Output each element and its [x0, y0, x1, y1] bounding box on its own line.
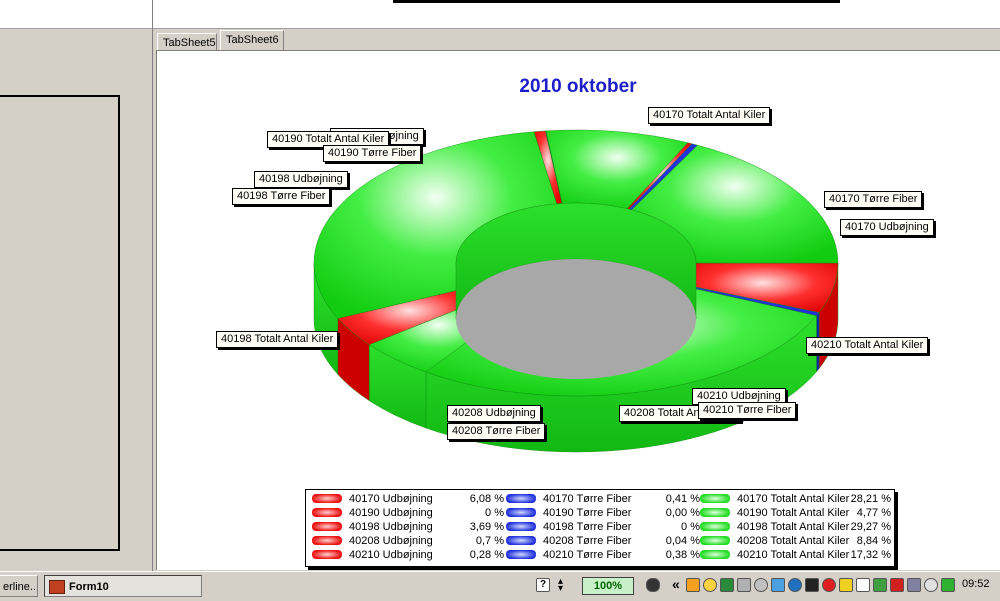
legend-label: 40190 Tørre Fiber [543, 507, 632, 519]
legend-swatch [700, 508, 730, 517]
tray-app-icon[interactable] [788, 578, 802, 592]
legend-value: 6,08 % [469, 493, 504, 505]
zoom-indicator[interactable]: 100% [582, 577, 634, 595]
legend-row: 40170 Udbøjning 6,08 % 40170 Tørre Fiber 0,… [306, 492, 894, 506]
search-icon[interactable] [924, 578, 938, 592]
tray-app-icon[interactable] [873, 578, 887, 592]
legend-swatch [506, 550, 536, 559]
legend-value: 0,04 % [665, 535, 700, 547]
system-tray: ? ▴ ▾ 100% « 09:52 [530, 575, 998, 597]
legend-value: 0,00 % [665, 507, 700, 519]
chart-legend: 40170 Udbøjning 6,08 % 40170 Tørre Fiber 0,… [305, 489, 895, 567]
callout-label: 40210 Tørre Fiber [698, 402, 797, 419]
legend-label: 40198 Tørre Fiber [543, 521, 632, 533]
callout-label: 40210 Totalt Antal Kiler [806, 337, 929, 354]
legend-swatch [506, 494, 536, 503]
tray-app-icon[interactable] [856, 578, 870, 592]
legend-label: 40208 Tørre Fiber [543, 535, 632, 547]
callout-label: 40208 Udbøjning [447, 405, 541, 422]
legend-label: 40170 Udbøjning [349, 493, 433, 505]
callout-label: 40170 Totalt Antal Kiler [648, 107, 771, 124]
legend-swatch [312, 494, 342, 503]
legend-swatch [312, 522, 342, 531]
callout-label: 40208 Tørre Fiber [447, 423, 546, 440]
legend-value: 0 % [681, 521, 700, 533]
chart-title: 2010 oktober [519, 76, 637, 97]
legend-row: 40190 Udbøjning 0 % 40190 Tørre Fiber 0,00 … [306, 506, 894, 520]
legend-swatch [700, 536, 730, 545]
speaker-icon[interactable] [907, 578, 921, 592]
legend-label: 40210 Udbøjning [349, 549, 433, 561]
taskbar: erline... Form10 ? ▴ ▾ 100% « 09:52 [0, 571, 1000, 601]
chevron-left-icon[interactable]: « [672, 576, 680, 592]
legend-row: 40210 Udbøjning 0,28 % 40210 Tørre Fiber 0,… [306, 548, 894, 562]
taskbar-button-label: Form10 [69, 581, 109, 593]
tray-app-icon[interactable] [737, 578, 751, 592]
taskbar-button-form10[interactable]: Form10 [44, 575, 202, 597]
legend-swatch [506, 508, 536, 517]
tray-app-icon[interactable] [805, 578, 819, 592]
legend-swatch [312, 550, 342, 559]
network-icon[interactable] [941, 578, 955, 592]
legend-swatch [506, 536, 536, 545]
legend-label: 40190 Totalt Antal Kiler [737, 507, 850, 519]
top-area [0, 0, 1000, 29]
tray-app-icon[interactable] [754, 578, 768, 592]
legend-value: 28,21 % [850, 493, 891, 505]
legend-swatch [700, 550, 730, 559]
donut-hole-floor [456, 259, 696, 379]
legend-swatch [700, 494, 730, 503]
callout-label: 40198 Udbøjning [254, 171, 348, 188]
legend-value: 4,77 % [856, 507, 891, 519]
legend-row: 40208 Udbøjning 0,7 % 40208 Tørre Fiber 0,0… [306, 534, 894, 548]
callout-label: 40170 Tørre Fiber [824, 191, 923, 208]
legend-swatch [312, 508, 342, 517]
clock[interactable]: 09:52 [962, 578, 990, 590]
power-plug-icon[interactable] [646, 578, 660, 592]
tray-app-icon[interactable] [686, 578, 700, 592]
legend-label: 40190 Udbøjning [349, 507, 433, 519]
legend-swatch [700, 522, 730, 531]
legend-row: 40198 Udbøjning 3,69 % 40198 Tørre Fiber 0 … [306, 520, 894, 534]
legend-value: 8,84 % [856, 535, 891, 547]
tray-app-icon[interactable] [890, 578, 904, 592]
legend-value: 0,38 % [665, 549, 700, 561]
legend-value: 0,41 % [665, 493, 700, 505]
legend-value: 3,69 % [469, 521, 504, 533]
donut-chart [313, 129, 839, 453]
callout-label: 40198 Totalt Antal Kiler [216, 331, 339, 348]
tray-app-icon[interactable] [822, 578, 836, 592]
taskbar-button[interactable]: erline... [0, 575, 38, 597]
tab-tabsheet6[interactable]: TabSheet6 [220, 30, 284, 51]
app-icon [49, 580, 65, 595]
legend-label: 40210 Tørre Fiber [543, 549, 632, 561]
legend-label: 40210 Totalt Antal Kiler [737, 549, 850, 561]
legend-label: 40208 Udbøjning [349, 535, 433, 547]
legend-swatch [506, 522, 536, 531]
left-panel [0, 95, 120, 551]
legend-value: 17,32 % [850, 549, 891, 561]
tray-app-icon[interactable] [771, 578, 785, 592]
tray-app-icon[interactable] [720, 578, 734, 592]
legend-label: 40198 Totalt Antal Kiler [737, 521, 850, 533]
legend-value: 0,28 % [469, 549, 504, 561]
legend-value: 0,7 % [475, 535, 504, 547]
splitter[interactable] [152, 0, 153, 600]
legend-value: 0 % [485, 507, 504, 519]
top-frame-edge [393, 0, 840, 3]
legend-label: 40170 Tørre Fiber [543, 493, 632, 505]
callout-label: 40190 Tørre Fiber [323, 145, 422, 162]
legend-label: 40208 Totalt Antal Kiler [737, 535, 850, 547]
help-icon[interactable]: ? [536, 578, 550, 592]
callout-label: 40198 Tørre Fiber [232, 188, 331, 205]
legend-value: 29,27 % [850, 521, 891, 533]
legend-label: 40198 Udbøjning [349, 521, 433, 533]
scroll-icon[interactable]: ▴ ▾ [558, 577, 572, 594]
legend-swatch [312, 536, 342, 545]
tray-app-icon[interactable] [839, 578, 853, 592]
tray-app-icon[interactable] [703, 578, 717, 592]
callout-label: 40170 Udbøjning [840, 219, 934, 236]
legend-label: 40170 Totalt Antal Kiler [737, 493, 850, 505]
